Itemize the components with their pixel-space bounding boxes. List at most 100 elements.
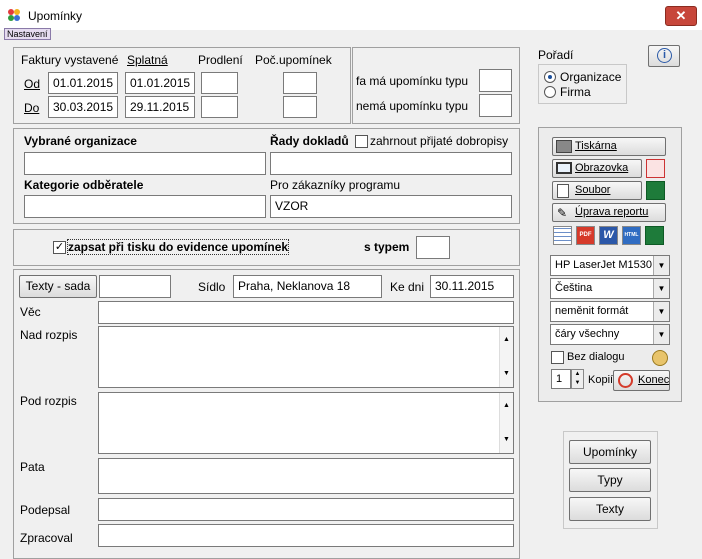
word-format-icon[interactable]: W xyxy=(599,226,618,245)
delay-from-field[interactable] xyxy=(201,72,238,94)
copies-spinner[interactable]: ▲ ▼ xyxy=(571,369,584,389)
pod-rozpis-scrollbar[interactable]: ▲ ▼ xyxy=(499,393,513,453)
file-button-label: Soubor xyxy=(575,184,611,196)
selected-orgs-label: Vybrané organizace xyxy=(24,134,137,148)
program-field[interactable]: VZOR xyxy=(270,195,512,218)
texts-set-button[interactable]: Texty - sada xyxy=(19,275,97,298)
zpracoval-field[interactable] xyxy=(98,524,514,547)
order-org-label: Organizace xyxy=(560,70,622,84)
category-field[interactable] xyxy=(24,195,266,218)
category-label: Kategorie odběratele xyxy=(24,178,144,192)
edit-report-button[interactable]: ✎ Úprava reportu xyxy=(552,203,666,222)
scroll-down-icon[interactable]: ▼ xyxy=(503,364,510,384)
texts-button[interactable]: Texty xyxy=(569,497,651,521)
scroll-up-icon[interactable]: ▲ xyxy=(503,396,510,416)
html-format-icon[interactable]: HTML xyxy=(622,226,641,245)
window-title-bar xyxy=(0,0,702,30)
record-label: zapsat při tisku do evidence upomínek xyxy=(66,239,290,255)
invoices-header: Faktury vystavené xyxy=(21,53,119,67)
vec-label: Věc xyxy=(20,305,41,319)
delay-header: Prodlení xyxy=(198,53,243,67)
nad-rozpis-label: Nad rozpis xyxy=(20,328,78,342)
pod-rozpis-label: Pod rozpis xyxy=(20,394,77,408)
excel-export-icon[interactable] xyxy=(646,181,665,200)
hasnot-type-label: nemá upomínku typu xyxy=(356,99,469,113)
copies-field[interactable]: 1 xyxy=(551,369,571,389)
with-type-field[interactable] xyxy=(416,236,450,259)
spin-up-icon[interactable]: ▲ xyxy=(572,370,583,379)
invoice-from-field[interactable]: 01.01.2015 xyxy=(48,72,118,94)
pata-field[interactable] xyxy=(98,458,514,494)
include-credit-checkbox[interactable] xyxy=(355,135,368,148)
order-firm-radio[interactable] xyxy=(544,86,556,98)
monitor-icon xyxy=(556,162,572,174)
pdf-format-icon[interactable]: PDF xyxy=(576,226,595,245)
from-label: Od xyxy=(24,77,41,91)
chevron-down-icon[interactable]: ▼ xyxy=(653,279,669,298)
record-checkbox[interactable]: ✓ xyxy=(53,241,66,254)
count-from-field[interactable] xyxy=(283,72,317,94)
table-format-icon[interactable] xyxy=(553,226,572,245)
screen-button[interactable]: Obrazovka xyxy=(552,159,642,178)
app-flower-icon xyxy=(7,8,21,22)
scroll-up-icon[interactable]: ▲ xyxy=(503,330,510,350)
nad-rozpis-scrollbar[interactable]: ▲ ▼ xyxy=(499,327,513,387)
chevron-down-icon[interactable]: ▼ xyxy=(653,325,669,344)
end-button[interactable]: Konec xyxy=(613,370,670,391)
scroll-down-icon[interactable]: ▼ xyxy=(503,430,510,450)
format-select[interactable]: neměnit formát ▼ xyxy=(550,301,670,322)
texts-set-field[interactable] xyxy=(99,275,171,298)
no-dialog-checkbox[interactable] xyxy=(551,351,564,364)
podepsal-label: Podepsal xyxy=(20,503,71,517)
count-header: Poč.upomínek xyxy=(255,53,332,67)
window-title: Upomínky xyxy=(28,9,83,23)
delay-to-field[interactable] xyxy=(201,96,238,118)
chevron-down-icon[interactable]: ▼ xyxy=(653,302,669,321)
wand-icon: ✎ xyxy=(557,206,568,220)
hasnot-type-field[interactable] xyxy=(479,94,512,117)
invoice-to-field[interactable]: 30.03.2015 xyxy=(48,96,118,118)
series-field[interactable] xyxy=(270,152,512,175)
copies-label: Kopií xyxy=(588,374,614,386)
screen-settings-icon[interactable] xyxy=(646,159,665,178)
screen-button-label: Obrazovka xyxy=(575,162,629,174)
menu-settings[interactable]: Nastavení xyxy=(4,28,51,40)
file-icon xyxy=(557,184,569,198)
ke-dni-label: Ke dni xyxy=(390,280,425,294)
sidlo-label: Sídlo xyxy=(198,280,226,294)
pod-rozpis-textarea[interactable]: ▲ ▼ xyxy=(98,392,514,454)
due-from-field[interactable]: 01.01.2015 xyxy=(125,72,195,94)
printer-button[interactable]: Tiskárna xyxy=(552,137,666,156)
podepsal-field[interactable] xyxy=(98,498,514,521)
with-type-label: s typem xyxy=(364,240,410,254)
sidlo-field[interactable]: Praha, Neklanova 18 xyxy=(233,275,382,298)
language-select[interactable]: Čeština ▼ xyxy=(550,278,670,299)
nad-rozpis-textarea[interactable]: ▲ ▼ xyxy=(98,326,514,388)
reminders-button[interactable]: Upomínky xyxy=(569,440,651,464)
ke-dni-field[interactable]: 30.11.2015 xyxy=(430,275,514,298)
close-window-button[interactable]: ✕ xyxy=(665,6,697,26)
has-type-field[interactable] xyxy=(479,69,512,92)
info-button[interactable]: i xyxy=(648,45,680,67)
settings-gear-icon[interactable] xyxy=(652,350,668,366)
series-label: Řady dokladů xyxy=(270,134,349,148)
format-select-value: neměnit formát xyxy=(555,305,629,317)
spin-down-icon[interactable]: ▼ xyxy=(572,379,583,388)
power-icon xyxy=(618,373,633,388)
order-firm-label: Firma xyxy=(560,85,591,99)
lines-select[interactable]: čáry všechny ▼ xyxy=(550,324,670,345)
vec-field[interactable] xyxy=(98,301,514,324)
pata-label: Pata xyxy=(20,460,45,474)
excel-format-icon[interactable] xyxy=(645,226,664,245)
file-button[interactable]: Soubor xyxy=(552,181,642,200)
due-to-field[interactable]: 29.11.2015 xyxy=(125,96,195,118)
no-dialog-label: Bez dialogu xyxy=(567,351,625,363)
count-to-field[interactable] xyxy=(283,96,317,118)
include-credit-label: zahrnout přijaté dobropisy xyxy=(370,134,509,148)
order-org-radio[interactable] xyxy=(544,71,556,83)
selected-orgs-field[interactable] xyxy=(24,152,266,175)
chevron-down-icon[interactable]: ▼ xyxy=(653,256,669,275)
zpracoval-label: Zpracoval xyxy=(20,531,73,545)
printer-select[interactable]: HP LaserJet M1530 ▼ xyxy=(550,255,670,276)
types-button[interactable]: Typy xyxy=(569,468,651,492)
